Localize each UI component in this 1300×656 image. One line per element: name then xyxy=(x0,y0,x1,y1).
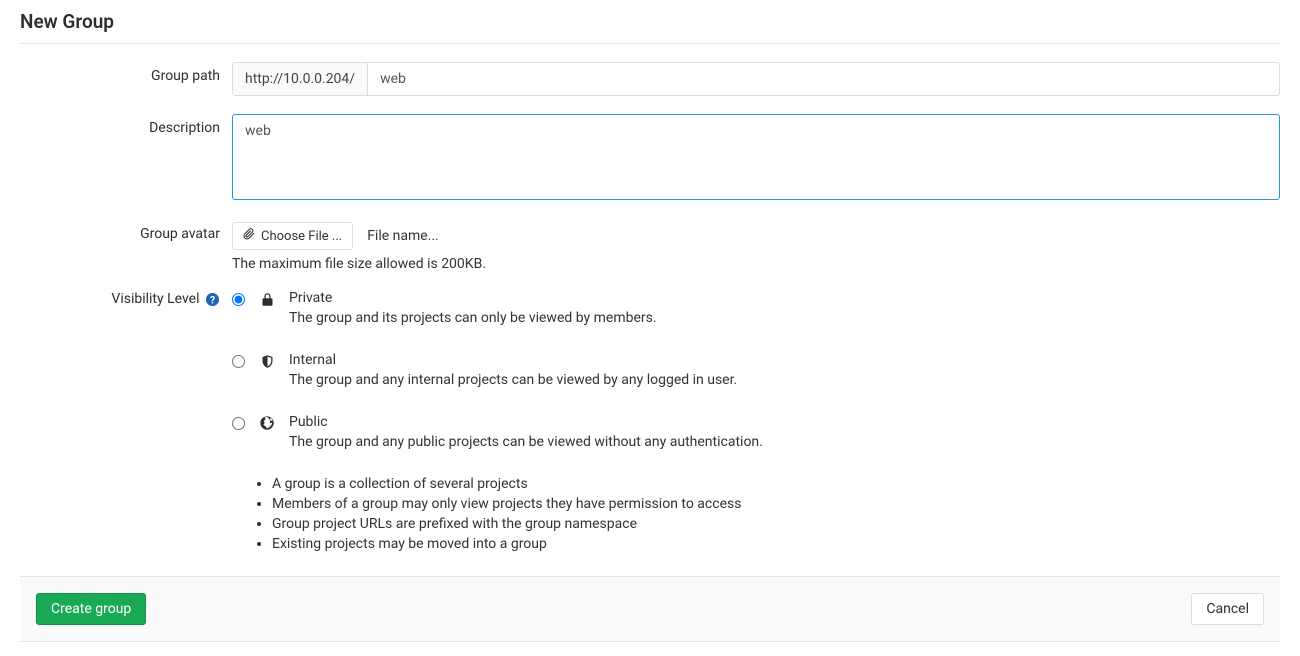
avatar-hint: The maximum file size allowed is 200KB. xyxy=(232,256,1280,272)
paperclip-icon xyxy=(243,228,255,244)
radio-internal[interactable] xyxy=(232,355,245,368)
internal-title: Internal xyxy=(289,352,1280,368)
info-item: Group project URLs are prefixed with the… xyxy=(272,516,1280,532)
divider xyxy=(20,43,1280,44)
info-list: A group is a collection of several proje… xyxy=(232,476,1280,552)
private-title: Private xyxy=(289,290,1280,306)
info-item: Members of a group may only view project… xyxy=(272,496,1280,512)
row-description: Description xyxy=(20,114,1280,204)
label-description: Description xyxy=(20,114,232,136)
form-footer: Create group Cancel xyxy=(20,576,1280,642)
choose-file-button[interactable]: Choose File ... xyxy=(232,222,353,250)
row-group-path: Group path http://10.0.0.204/ xyxy=(20,62,1280,96)
description-textarea[interactable] xyxy=(232,114,1280,200)
radio-public[interactable] xyxy=(232,417,245,430)
globe-icon xyxy=(259,414,275,431)
create-group-button[interactable]: Create group xyxy=(36,593,146,625)
shield-icon xyxy=(259,352,275,370)
row-visibility: Visibility Level ? Private The group and… xyxy=(20,290,1280,556)
visibility-label-text: Visibility Level xyxy=(111,291,199,307)
group-path-input[interactable] xyxy=(368,63,1279,95)
public-title: Public xyxy=(289,414,1280,430)
svg-text:?: ? xyxy=(210,293,215,306)
visibility-option-private[interactable]: Private The group and its projects can o… xyxy=(232,290,1280,326)
cancel-button[interactable]: Cancel xyxy=(1191,593,1264,625)
page-title: New Group xyxy=(20,10,1280,33)
choose-file-label: Choose File ... xyxy=(261,229,342,244)
group-path-prefix: http://10.0.0.204/ xyxy=(233,63,368,95)
internal-desc: The group and any internal projects can … xyxy=(289,372,1280,388)
visibility-option-public[interactable]: Public The group and any public projects… xyxy=(232,414,1280,450)
file-name-placeholder: File name... xyxy=(367,228,439,244)
lock-icon xyxy=(259,290,275,308)
visibility-option-internal[interactable]: Internal The group and any internal proj… xyxy=(232,352,1280,388)
private-desc: The group and its projects can only be v… xyxy=(289,310,1280,326)
group-path-input-group: http://10.0.0.204/ xyxy=(232,62,1280,96)
label-visibility: Visibility Level ? xyxy=(20,290,232,307)
label-group-path: Group path xyxy=(20,62,232,84)
info-item: Existing projects may be moved into a gr… xyxy=(272,536,1280,552)
row-avatar: Group avatar Choose File ... File name..… xyxy=(20,222,1280,272)
label-avatar: Group avatar xyxy=(20,222,232,242)
help-icon[interactable]: ? xyxy=(205,292,220,307)
radio-private[interactable] xyxy=(232,293,245,306)
info-item: A group is a collection of several proje… xyxy=(272,476,1280,492)
public-desc: The group and any public projects can be… xyxy=(289,434,1280,450)
